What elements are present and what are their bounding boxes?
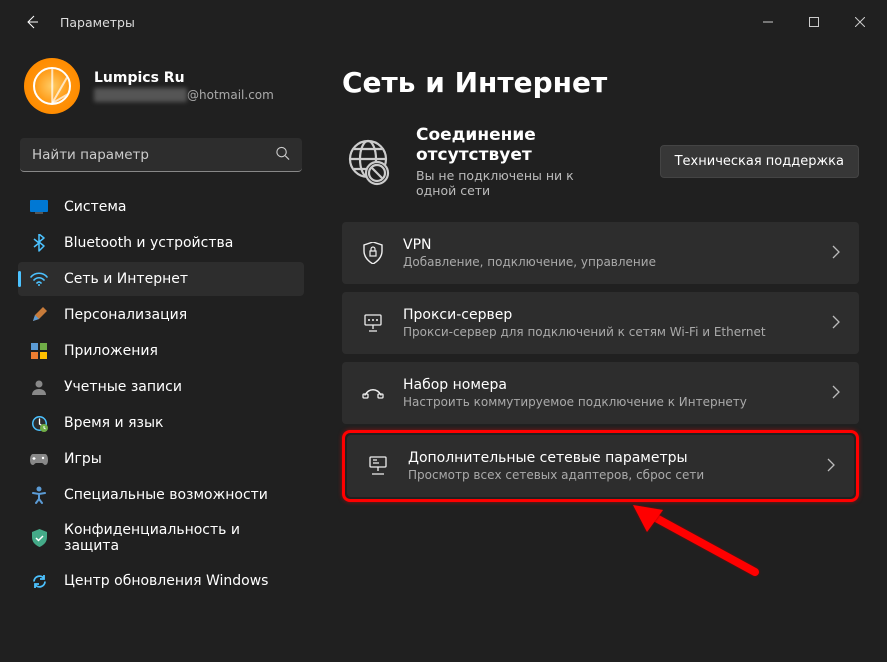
avatar	[24, 58, 80, 114]
setting-title: Набор номера	[403, 377, 814, 393]
chevron-right-icon	[832, 384, 840, 403]
profile-block[interactable]: Lumpics Ru xxxxxxxxxx@hotmail.com	[18, 44, 304, 134]
network-icon	[30, 270, 48, 288]
sidebar: Lumpics Ru xxxxxxxxxx@hotmail.com Систем…	[0, 44, 314, 662]
chevron-right-icon	[827, 457, 835, 476]
dialup-icon	[361, 381, 385, 405]
proxy-icon	[361, 311, 385, 335]
support-button[interactable]: Техническая поддержка	[660, 145, 859, 178]
sidebar-item-privacy[interactable]: Конфиденциальность и защита	[18, 514, 304, 562]
setting-row-advanced[interactable]: Дополнительные сетевые параметры Просмот…	[347, 435, 854, 497]
no-network-icon	[342, 136, 394, 188]
maximize-icon	[809, 17, 819, 27]
setting-subtitle: Прокси-сервер для подключений к сетям Wi…	[403, 325, 814, 339]
setting-subtitle: Настроить коммутируемое подключение к Ин…	[403, 395, 814, 409]
sidebar-item-accessibility[interactable]: Специальные возможности	[18, 478, 304, 512]
back-button[interactable]	[18, 8, 46, 36]
system-icon	[30, 198, 48, 216]
setting-row-vpn[interactable]: VPN Добавление, подключение, управление	[342, 222, 859, 284]
profile-name: Lumpics Ru	[94, 70, 274, 86]
sidebar-item-label: Приложения	[64, 343, 158, 359]
nav-list: Система Bluetooth и устройства Сеть и Ин…	[18, 190, 304, 598]
sidebar-item-label: Сеть и Интернет	[64, 271, 188, 287]
sidebar-item-accounts[interactable]: Учетные записи	[18, 370, 304, 404]
page-title: Сеть и Интернет	[342, 66, 859, 99]
privacy-icon	[30, 529, 48, 547]
main-content: Сеть и Интернет Соединение отсутствует В…	[314, 44, 887, 662]
setting-subtitle: Добавление, подключение, управление	[403, 255, 814, 269]
sidebar-item-label: Система	[64, 199, 126, 215]
sidebar-item-personalization[interactable]: Персонализация	[18, 298, 304, 332]
chevron-right-icon	[832, 314, 840, 333]
sidebar-item-time[interactable]: Время и язык	[18, 406, 304, 440]
sidebar-item-gaming[interactable]: Игры	[18, 442, 304, 476]
maximize-button[interactable]	[791, 6, 837, 38]
sidebar-item-label: Учетные записи	[64, 379, 182, 395]
network-status-card: Соединение отсутствует Вы не подключены …	[342, 125, 859, 198]
gaming-icon	[30, 450, 48, 468]
sidebar-item-label: Центр обновления Windows	[64, 573, 268, 589]
sidebar-item-apps[interactable]: Приложения	[18, 334, 304, 368]
personalize-icon	[30, 306, 48, 324]
sidebar-item-label: Bluetooth и устройства	[64, 235, 233, 251]
sidebar-item-label: Игры	[64, 451, 102, 467]
titlebar: Параметры	[0, 0, 887, 44]
minimize-button[interactable]	[745, 6, 791, 38]
accessibility-icon	[30, 486, 48, 504]
chevron-right-icon	[832, 244, 840, 263]
sidebar-item-update[interactable]: Центр обновления Windows	[18, 564, 304, 598]
time-icon	[30, 414, 48, 432]
close-button[interactable]	[837, 6, 883, 38]
update-icon	[30, 572, 48, 590]
apps-icon	[30, 342, 48, 360]
minimize-icon	[763, 17, 773, 27]
setting-subtitle: Просмотр всех сетевых адаптеров, сброс с…	[408, 468, 809, 482]
profile-email: xxxxxxxxxx@hotmail.com	[94, 88, 274, 102]
close-icon	[855, 17, 865, 27]
setting-title: Дополнительные сетевые параметры	[408, 450, 809, 466]
window-controls	[745, 6, 883, 38]
sidebar-item-label: Конфиденциальность и защита	[64, 522, 292, 554]
sidebar-item-network[interactable]: Сеть и Интернет	[18, 262, 304, 296]
setting-title: VPN	[403, 237, 814, 253]
status-subtitle: Вы не подключены ни к одной сети	[416, 168, 616, 198]
setting-row-proxy[interactable]: Прокси-сервер Прокси-сервер для подключе…	[342, 292, 859, 354]
window-title: Параметры	[60, 15, 135, 30]
sidebar-item-system[interactable]: Система	[18, 190, 304, 224]
sidebar-item-label: Персонализация	[64, 307, 187, 323]
highlight-annotation: Дополнительные сетевые параметры Просмот…	[342, 430, 859, 502]
search-input[interactable]	[20, 138, 302, 172]
vpn-icon	[361, 241, 385, 265]
accounts-icon	[30, 378, 48, 396]
setting-row-dialup[interactable]: Набор номера Настроить коммутируемое под…	[342, 362, 859, 424]
sidebar-item-bluetooth[interactable]: Bluetooth и устройства	[18, 226, 304, 260]
advanced-network-icon	[366, 454, 390, 478]
arrow-left-icon	[24, 14, 40, 30]
setting-title: Прокси-сервер	[403, 307, 814, 323]
search-icon	[275, 146, 290, 165]
status-title: Соединение отсутствует	[416, 125, 638, 165]
sidebar-item-label: Время и язык	[64, 415, 163, 431]
bluetooth-icon	[30, 234, 48, 252]
sidebar-item-label: Специальные возможности	[64, 487, 268, 503]
